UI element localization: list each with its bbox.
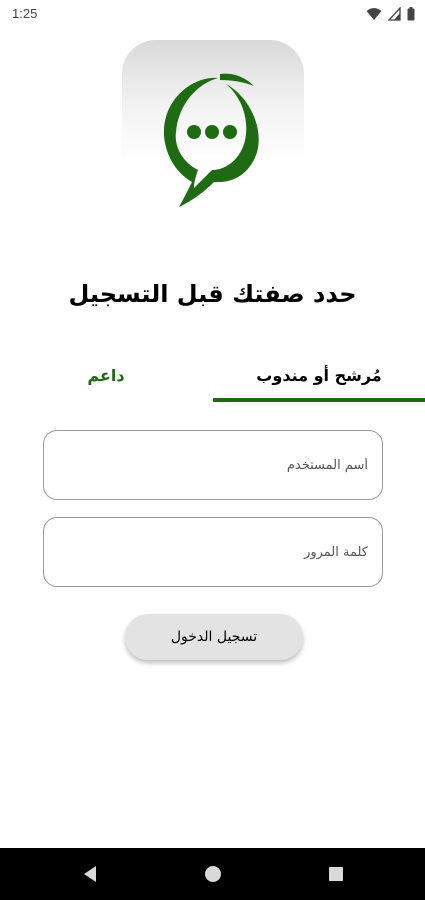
status-icons [366,7,415,21]
password-field-container [43,517,383,587]
tab-selected-indicator [213,398,425,402]
home-icon [205,866,221,882]
tab-supporter[interactable]: داعم [0,350,212,400]
battery-icon [407,7,415,21]
nav-recents-button[interactable] [306,848,366,900]
status-bar: 1:25 [0,0,425,28]
back-icon [84,866,96,882]
status-time: 1:25 [12,6,38,21]
password-input[interactable] [44,518,382,586]
signal-icon [388,7,401,21]
username-field-container [43,430,383,500]
system-nav-bar [0,848,425,900]
app-logo [122,40,304,214]
nav-back-button[interactable] [60,848,120,900]
tab-candidate[interactable]: مُرشح أو مندوب [213,350,425,400]
wifi-icon [366,8,382,20]
login-button[interactable]: تسجيل الدخول [125,614,303,660]
username-input[interactable] [44,431,382,499]
recents-icon [329,867,343,881]
nav-home-button[interactable] [183,848,243,900]
page-title: حدد صفتك قبل التسجيل [68,280,357,308]
chat-bubble-icon [163,73,259,207]
role-tabs: مُرشح أو مندوب داعم [0,350,425,406]
